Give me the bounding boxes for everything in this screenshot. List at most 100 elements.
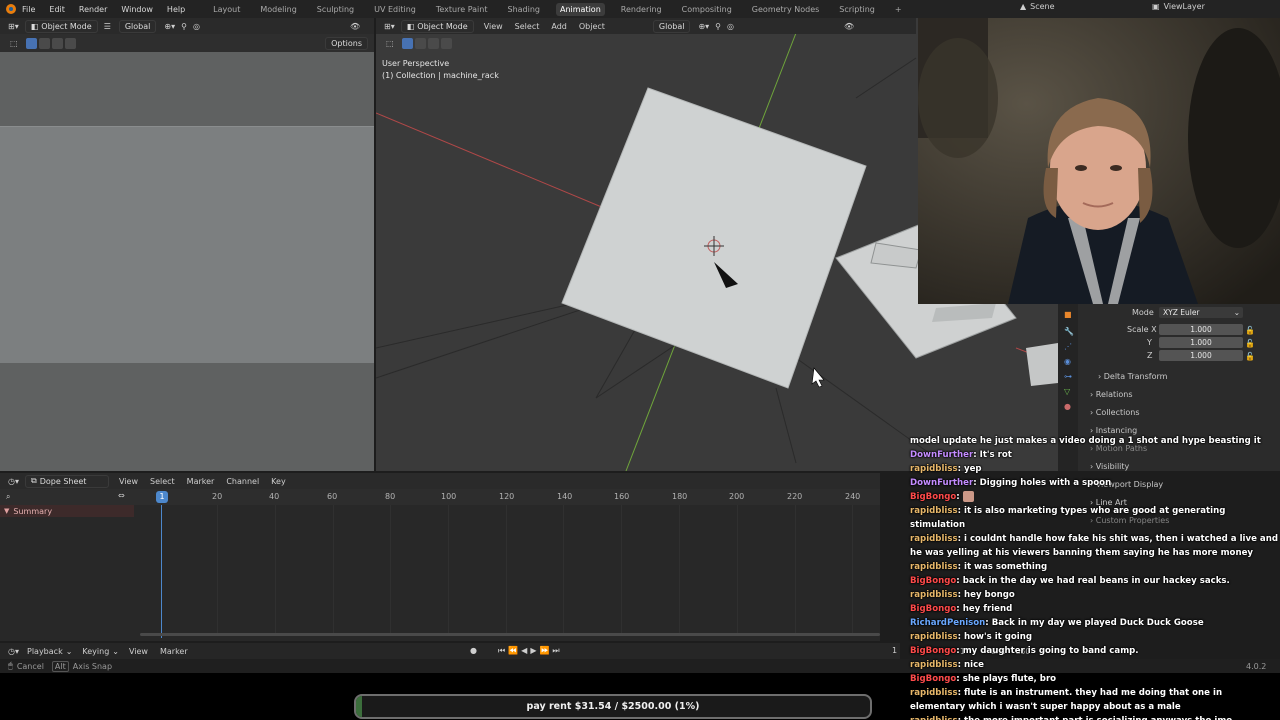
constraints-properties-icon[interactable]: ⊶: [1064, 372, 1078, 381]
horizontal-scrollbar[interactable]: [140, 633, 880, 636]
viewport-select-new-button[interactable]: [401, 37, 413, 49]
left-mode-dropdown[interactable]: ◧ Object Mode: [24, 19, 98, 33]
dope-sheet-mode-dropdown[interactable]: ⧉ Dope Sheet: [25, 474, 109, 488]
summary-channel[interactable]: ▼ Summary: [0, 505, 134, 517]
viewport-menu-add[interactable]: Add: [551, 22, 567, 31]
blender-logo-icon[interactable]: [6, 4, 16, 14]
tab-scripting[interactable]: Scripting: [835, 3, 879, 16]
pivot-icon[interactable]: ⊕▾: [164, 22, 175, 31]
proportional-icon[interactable]: ◎: [193, 22, 200, 31]
viewport-select-extend-button[interactable]: [414, 37, 426, 49]
data-properties-icon[interactable]: ▽: [1064, 387, 1078, 396]
viewport-header: ⊞▾ ◧ Object Mode View Select Add Object …: [376, 18, 916, 34]
dope-menu-channel[interactable]: Channel: [226, 477, 259, 486]
frame-gridline: [563, 505, 564, 635]
viewport-select-tool-icon[interactable]: ⬚: [386, 39, 394, 48]
ruler-tick: 200: [729, 492, 745, 501]
menu-render[interactable]: Render: [79, 5, 107, 14]
viewport-mode-label: Object Mode: [417, 21, 468, 31]
particles-properties-icon[interactable]: ⋰: [1064, 342, 1078, 351]
playback-menu[interactable]: Playback: [27, 647, 63, 656]
select-mode-new-button[interactable]: [25, 37, 37, 49]
playback-view-menu[interactable]: View: [129, 647, 148, 656]
scene-selector[interactable]: ▲ Scene: [1020, 2, 1055, 11]
tab-sculpting[interactable]: Sculpting: [313, 3, 358, 16]
lock-icon[interactable]: 🔓: [1245, 324, 1255, 337]
menu-edit[interactable]: Edit: [49, 5, 65, 14]
visibility-icon[interactable]: 👁: [350, 22, 360, 31]
select-mode-intersect-button[interactable]: [64, 37, 76, 49]
chat-username: RichardPenison: [910, 618, 986, 628]
playback-marker-menu[interactable]: Marker: [160, 647, 188, 656]
physics-properties-icon[interactable]: ◉: [1064, 357, 1078, 366]
viewport-editor-type-icon[interactable]: ⊞▾: [384, 22, 395, 31]
ruler-tick: 20: [212, 492, 223, 501]
tab-geometry-nodes[interactable]: Geometry Nodes: [748, 3, 823, 16]
scale-x-field[interactable]: 1.000: [1159, 324, 1243, 335]
record-icon[interactable]: ●: [470, 646, 477, 655]
playhead-frame-badge[interactable]: 1: [156, 491, 168, 503]
menu-window[interactable]: Window: [121, 5, 153, 14]
tab-compositing[interactable]: Compositing: [678, 3, 736, 16]
lock-icon[interactable]: 🔓: [1245, 350, 1255, 363]
dope-menu-view[interactable]: View: [119, 477, 138, 486]
menu-icon[interactable]: ☰: [104, 22, 111, 31]
select-tool-icon[interactable]: ⬚: [10, 39, 18, 48]
options-dropdown[interactable]: Options: [325, 36, 368, 50]
timeline-icon[interactable]: ◷▾: [8, 647, 19, 656]
viewport-select-intersect-button[interactable]: [440, 37, 452, 49]
tab-rendering[interactable]: Rendering: [617, 3, 666, 16]
modifier-properties-icon[interactable]: 🔧: [1064, 327, 1078, 336]
scale-y-field[interactable]: 1.000: [1159, 337, 1243, 348]
scene-name[interactable]: Scene: [1030, 2, 1054, 11]
tab-uv-editing[interactable]: UV Editing: [370, 3, 420, 16]
transport-controls[interactable]: ⏮⏪◀▶⏩⏭: [498, 646, 563, 656]
viewport-mode-dropdown[interactable]: ◧ Object Mode: [400, 19, 474, 33]
snap-icon[interactable]: ⚲: [181, 22, 187, 31]
tab-shading[interactable]: Shading: [503, 3, 544, 16]
section-collections[interactable]: › Collections: [1090, 408, 1140, 417]
viewport-visibility-icon[interactable]: 👁: [844, 22, 854, 31]
tab-texture-paint[interactable]: Texture Paint: [432, 3, 492, 16]
dope-menu-key[interactable]: Key: [271, 477, 286, 486]
keying-menu[interactable]: Keying: [82, 647, 109, 656]
viewport-menu-view[interactable]: View: [484, 22, 503, 31]
view-layer-name[interactable]: ViewLayer: [1164, 2, 1205, 11]
left-orientation-dropdown[interactable]: Global: [118, 19, 157, 33]
current-frame-field[interactable]: 1: [892, 646, 897, 655]
tab-modeling[interactable]: Modeling: [256, 3, 300, 16]
tab-layout[interactable]: Layout: [209, 3, 244, 16]
select-mode-subtract-button[interactable]: [51, 37, 63, 49]
material-properties-icon[interactable]: ●: [1064, 402, 1078, 411]
rotation-mode-dropdown[interactable]: XYZ Euler ⌄: [1159, 307, 1243, 318]
playhead-line[interactable]: [161, 505, 162, 638]
lock-icon[interactable]: 🔓: [1245, 337, 1255, 350]
frame-gridline: [621, 505, 622, 635]
editor-type-icon[interactable]: ⊞▾: [8, 22, 19, 31]
view-layer-selector[interactable]: ▣ ViewLayer: [1152, 2, 1205, 11]
section-relations[interactable]: › Relations: [1090, 390, 1133, 399]
chevron-down-icon[interactable]: ▼: [4, 507, 9, 515]
viewport-select-subtract-button[interactable]: [427, 37, 439, 49]
section-delta-transform[interactable]: › Delta Transform: [1098, 372, 1167, 381]
frame-ruler[interactable]: ⌕ ⇔ 20 40 60 80 100 120 140 160 180 200 …: [0, 489, 880, 505]
select-mode-extend-button[interactable]: [38, 37, 50, 49]
menu-file[interactable]: File: [22, 5, 35, 14]
viewport-menu-object[interactable]: Object: [579, 22, 605, 31]
add-workspace-icon[interactable]: +: [891, 3, 906, 16]
viewport-snap-icon[interactable]: ⚲: [715, 22, 721, 31]
chat-username: BigBongo: [910, 576, 957, 586]
viewport-orientation-dropdown[interactable]: Global: [652, 19, 691, 33]
search-icon[interactable]: ⌕: [6, 492, 10, 502]
viewport-pivot-icon[interactable]: ⊕▾: [698, 22, 709, 31]
tab-animation[interactable]: Animation: [555, 2, 605, 16]
object-properties-icon[interactable]: ■: [1064, 310, 1078, 319]
scale-z-field[interactable]: 1.000: [1159, 350, 1243, 361]
menu-help[interactable]: Help: [167, 5, 185, 14]
viewport-menu-select[interactable]: Select: [515, 22, 540, 31]
timeline-editor-icon[interactable]: ◷▾: [8, 477, 19, 486]
expand-icon[interactable]: ⇔: [118, 491, 125, 500]
viewport-proportional-icon[interactable]: ◎: [727, 22, 734, 31]
dope-menu-marker[interactable]: Marker: [187, 477, 215, 486]
dope-menu-select[interactable]: Select: [150, 477, 175, 486]
